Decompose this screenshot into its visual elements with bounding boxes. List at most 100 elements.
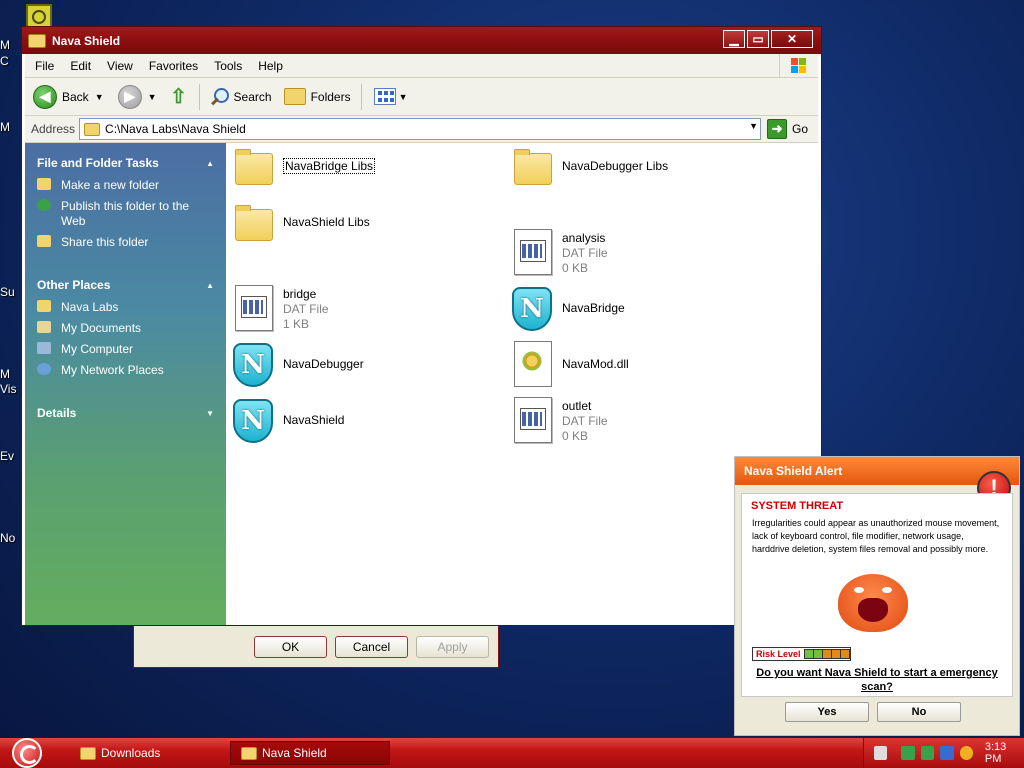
task-label: Make a new folder [61,178,160,192]
no-button[interactable]: No [877,702,961,722]
file-item[interactable]: NavaBridge Libs [235,149,376,185]
chevron-down-icon[interactable]: ▼ [148,92,157,102]
monster-icon [838,574,908,632]
alert-body: SYSTEM THREAT Irregularities could appea… [741,493,1013,697]
keyboard-icon[interactable] [874,746,888,760]
address-label: Address [31,122,76,136]
close-button[interactable]: ✕ [771,30,813,48]
my-documents-link[interactable]: My Documents [25,318,226,339]
menu-tools[interactable]: Tools [206,59,250,73]
file-item[interactable]: NavaMod.dll [514,341,629,387]
network-icon [37,363,51,375]
dll-file-icon [514,341,552,387]
desktop-label[interactable]: M [0,38,10,52]
menu-file[interactable]: File [27,59,62,73]
taskbar-item-nava-shield[interactable]: Nava Shield [230,741,390,765]
nava-labs-link[interactable]: Nava Labs [25,297,226,318]
dat-file-icon [514,397,552,443]
file-item[interactable]: NavaShield Libs [235,205,370,241]
nava-shield-app-icon: N [512,287,552,331]
chevron-down-icon[interactable]: ▼ [749,121,758,131]
menu-view[interactable]: View [99,59,141,73]
start-button[interactable] [8,738,52,768]
chevron-down-icon[interactable]: ▼ [206,409,214,418]
file-item[interactable]: NavaDebugger Libs [514,149,668,185]
toolbar: ◀ Back ▼ ▶ ▼ ⇧ Search Folders ▼ [25,78,818,116]
chevron-up-icon[interactable]: ▲ [206,159,214,168]
title-bar[interactable]: Nava Shield ▁ ▭ ✕ [22,27,821,54]
desktop-label[interactable]: C [0,54,9,68]
explorer-window: Nava Shield ▁ ▭ ✕ File Edit View Favorit… [22,27,821,625]
taskbar-item-downloads[interactable]: Downloads [70,741,225,765]
other-places-header[interactable]: Other Places ▲ [25,273,226,297]
my-computer-link[interactable]: My Computer [25,339,226,360]
chevron-up-icon[interactable]: ▲ [206,281,214,290]
alert-title: Nava Shield Alert [735,457,1019,485]
file-item[interactable]: N NavaShield [233,399,344,443]
folder-icon [241,746,257,760]
file-item[interactable]: N NavaDebugger [233,343,364,387]
go-arrow-icon: ➜ [767,119,788,139]
search-icon[interactable] [959,746,973,760]
file-name: outlet [562,399,592,413]
folder-icon [37,300,51,312]
file-item[interactable]: bridge DAT File 1 KB [235,285,329,332]
place-label: My Network Places [61,363,164,377]
risk-level-label: Risk Level [756,649,801,659]
share-folder-link[interactable]: Share this folder [25,232,226,253]
file-item[interactable]: N NavaBridge [512,287,625,331]
risk-level-meter: Risk Level [752,647,851,661]
file-name: bridge [283,287,317,301]
menu-edit[interactable]: Edit [62,59,99,73]
forward-button[interactable]: ▶ ▼ [117,84,157,109]
shield-icon[interactable] [920,746,935,760]
maximize-button[interactable]: ▭ [747,30,769,48]
desktop-label[interactable]: Vis [0,382,16,396]
file-name: NavaShield [283,413,345,427]
up-folder-button[interactable]: ⇧ [169,86,189,108]
properties-dialog: OK Cancel Apply [133,626,499,668]
scan-question[interactable]: Do you want Nava Shield to start a emerg… [752,666,1002,694]
folders-button[interactable]: Folders [283,88,351,105]
section-title: Other Places [37,278,111,292]
nava-shield-app-icon: N [233,399,273,443]
folder-icon [235,205,273,241]
file-item[interactable]: analysis DAT File 0 KB [514,229,608,276]
chevron-down-icon[interactable]: ▼ [95,92,104,102]
place-label: Nava Labs [61,300,119,314]
ok-button[interactable]: OK [254,636,327,658]
publish-folder-link[interactable]: Publish this folder to the Web [25,196,226,232]
folder-icon [283,88,306,105]
file-name: NavaShield Libs [283,215,370,229]
go-button[interactable]: ➜ Go [767,119,808,139]
section-title: File and Folder Tasks [37,156,159,170]
task-label: Share this folder [61,235,149,249]
menu-help[interactable]: Help [250,59,291,73]
desktop-label[interactable]: M [0,367,10,381]
network-icon[interactable] [901,746,915,760]
file-item[interactable]: outlet DAT File 0 KB [514,397,608,444]
details-header[interactable]: Details ▼ [25,401,226,425]
desktop-label[interactable]: M [0,120,10,134]
minimize-button[interactable]: ▁ [723,30,745,48]
my-network-places-link[interactable]: My Network Places [25,360,226,381]
search-button[interactable]: Search [208,86,272,108]
desktop-label[interactable]: No [0,531,15,545]
back-arrow-icon: ◀ [33,84,57,109]
file-name: analysis [562,231,606,245]
desktop-label[interactable]: Su [0,285,15,299]
file-folder-tasks-header[interactable]: File and Folder Tasks ▲ [25,151,226,175]
file-size: 0 KB [562,261,589,275]
cancel-button[interactable]: Cancel [335,636,408,658]
security-icon[interactable] [940,746,954,760]
address-input[interactable]: C:\Nava Labs\Nava Shield ▼ [79,118,762,140]
menu-favorites[interactable]: Favorites [141,59,206,73]
desktop-label[interactable]: Ev [0,449,14,463]
yes-button[interactable]: Yes [785,702,869,722]
address-bar: Address C:\Nava Labs\Nava Shield ▼ ➜ Go [25,116,818,143]
back-button[interactable]: ◀ Back ▼ [33,84,104,109]
make-new-folder-link[interactable]: Make a new folder [25,175,226,196]
search-label: Search [233,89,272,104]
views-button[interactable]: ▼ [373,88,408,105]
task-label: Publish this folder to the Web [61,199,190,228]
